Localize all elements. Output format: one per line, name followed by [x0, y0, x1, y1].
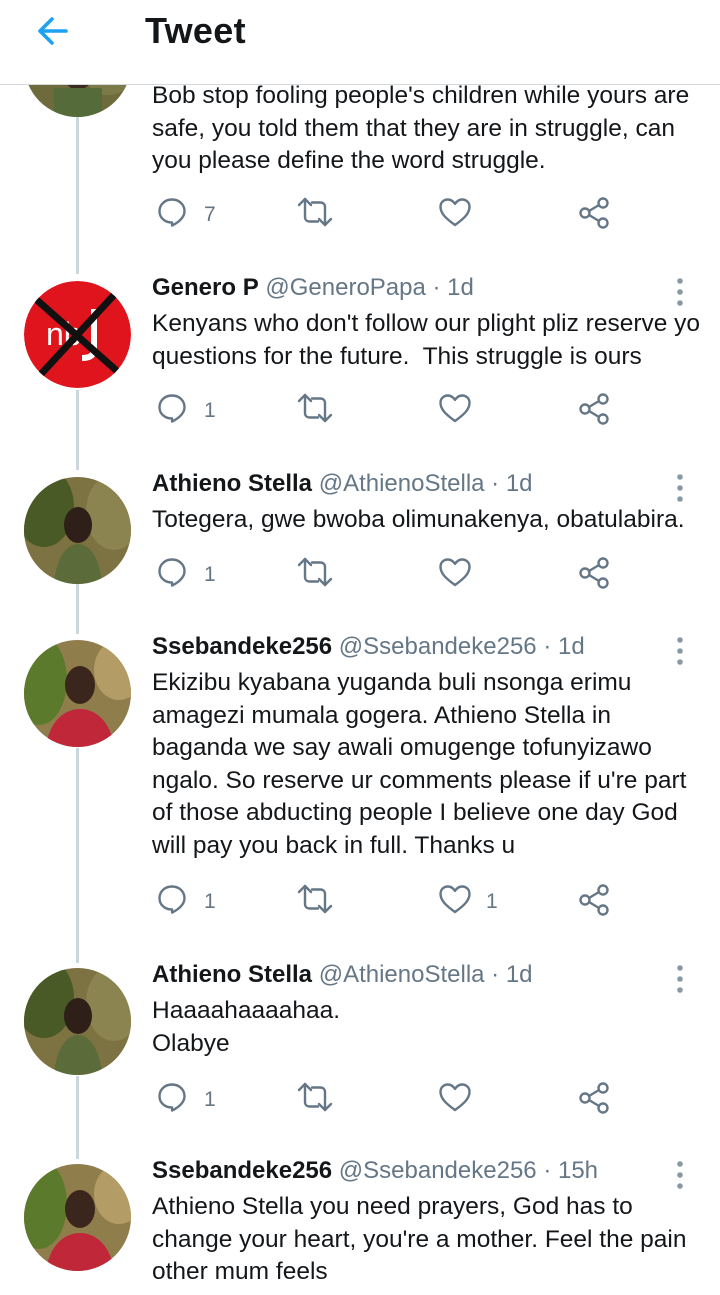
tweet-header: Ssebandeke256 @Ssebandeke256 · 15h [152, 1157, 598, 1185]
tweet-header: Genero P @GeneroPapa · 1d [152, 274, 474, 302]
tweet-actions: 1 [0, 392, 720, 432]
timestamp: · 15h [543, 1157, 599, 1184]
avatar-photo [24, 968, 131, 1075]
more-options-button[interactable] [664, 635, 696, 667]
back-arrow-icon [38, 17, 68, 45]
back-button[interactable] [32, 10, 80, 54]
retweet-icon [297, 557, 333, 587]
page-title: Tweet [145, 10, 246, 51]
user-handle[interactable]: @AthienoStella [319, 961, 485, 988]
more-options-button[interactable] [664, 963, 696, 995]
reply-icon [158, 394, 186, 423]
tweet-text: Bob stop fooling people's children while… [152, 82, 697, 174]
more-vertical-icon [677, 1161, 683, 1189]
retweet-icon [297, 197, 333, 227]
like-icon [439, 198, 471, 227]
display-name[interactable]: Genero P [152, 274, 259, 301]
reply-count: 1 [204, 1088, 216, 1111]
share-icon [579, 884, 609, 916]
more-options-button[interactable] [664, 472, 696, 504]
tweet-header: Athieno Stella @AthienoStella · 1d [152, 470, 533, 498]
reply-count: 1 [204, 563, 216, 586]
reply-count: 1 [204, 890, 216, 913]
tweet-text: Totegera, gwe bwoba olimunakenya, obatul… [152, 506, 685, 533]
tweet-actions: 1 [0, 1081, 720, 1121]
timestamp: · 1d [491, 961, 533, 988]
like-icon [439, 558, 471, 587]
tweet-header: Ssebandeke256 @Ssebandeke256 · 1d [152, 633, 585, 661]
more-vertical-icon [677, 965, 683, 993]
tweet-text: Kenyans who don't follow our plight pliz… [152, 310, 707, 370]
logo-avatar-icon: nb [24, 281, 131, 388]
display-name[interactable]: Ssebandeke256 [152, 1157, 332, 1184]
display-name[interactable]: Ssebandeke256 [152, 633, 332, 660]
reply-icon [158, 885, 186, 914]
tweet-actions: 7 [0, 196, 720, 236]
timestamp: · 1d [432, 274, 474, 301]
reply-icon [158, 1083, 186, 1112]
reply-count: 7 [204, 203, 216, 226]
user-handle[interactable]: @Ssebandeke256 [339, 1157, 537, 1184]
user-handle[interactable]: @Ssebandeke256 [339, 633, 537, 660]
reply-icon [158, 558, 186, 587]
more-vertical-icon [677, 278, 683, 306]
more-vertical-icon [677, 637, 683, 665]
thread-line [76, 748, 79, 963]
tweet-thread: Bob stop fooling people's children while… [0, 0, 720, 1295]
more-options-button[interactable] [664, 276, 696, 308]
avatar[interactable]: nb [24, 281, 131, 388]
display-name[interactable]: Athieno Stella [152, 961, 312, 988]
like-icon [439, 885, 471, 914]
reply-icon [158, 198, 186, 227]
like-count: 1 [486, 890, 498, 913]
like-icon [439, 394, 471, 423]
avatar[interactable] [24, 1164, 131, 1271]
share-icon [579, 197, 609, 229]
avatar-photo [24, 1164, 131, 1271]
retweet-icon [297, 393, 333, 423]
share-icon [579, 1082, 609, 1114]
timestamp: · 1d [543, 633, 585, 660]
avatar-photo [24, 640, 131, 747]
tweet-actions: 1 1 [0, 883, 720, 923]
tweet-actions: 1 [0, 556, 720, 596]
avatar[interactable] [24, 968, 131, 1075]
avatar[interactable] [24, 640, 131, 747]
retweet-icon [297, 884, 333, 914]
user-handle[interactable]: @GeneroPapa [265, 274, 425, 301]
reply-count: 1 [204, 399, 216, 422]
more-options-button[interactable] [664, 1159, 696, 1191]
tweet-text: Haaaahaaaahaa. Olabye [152, 997, 341, 1057]
more-vertical-icon [677, 474, 683, 502]
tweet-header: Athieno Stella @AthienoStella · 1d [152, 961, 533, 989]
display-name[interactable]: Athieno Stella [152, 470, 312, 497]
user-handle[interactable]: @AthienoStella [319, 470, 485, 497]
timestamp: · 1d [491, 470, 533, 497]
share-icon [579, 393, 609, 425]
retweet-icon [297, 1082, 333, 1112]
like-icon [439, 1083, 471, 1112]
tweet-text: Athieno Stella you need prayers, God has… [152, 1193, 694, 1285]
top-app-bar: Tweet [0, 0, 720, 85]
share-icon [579, 557, 609, 589]
tweet-text: Ekizibu kyabana yuganda buli nsonga erim… [152, 669, 694, 859]
